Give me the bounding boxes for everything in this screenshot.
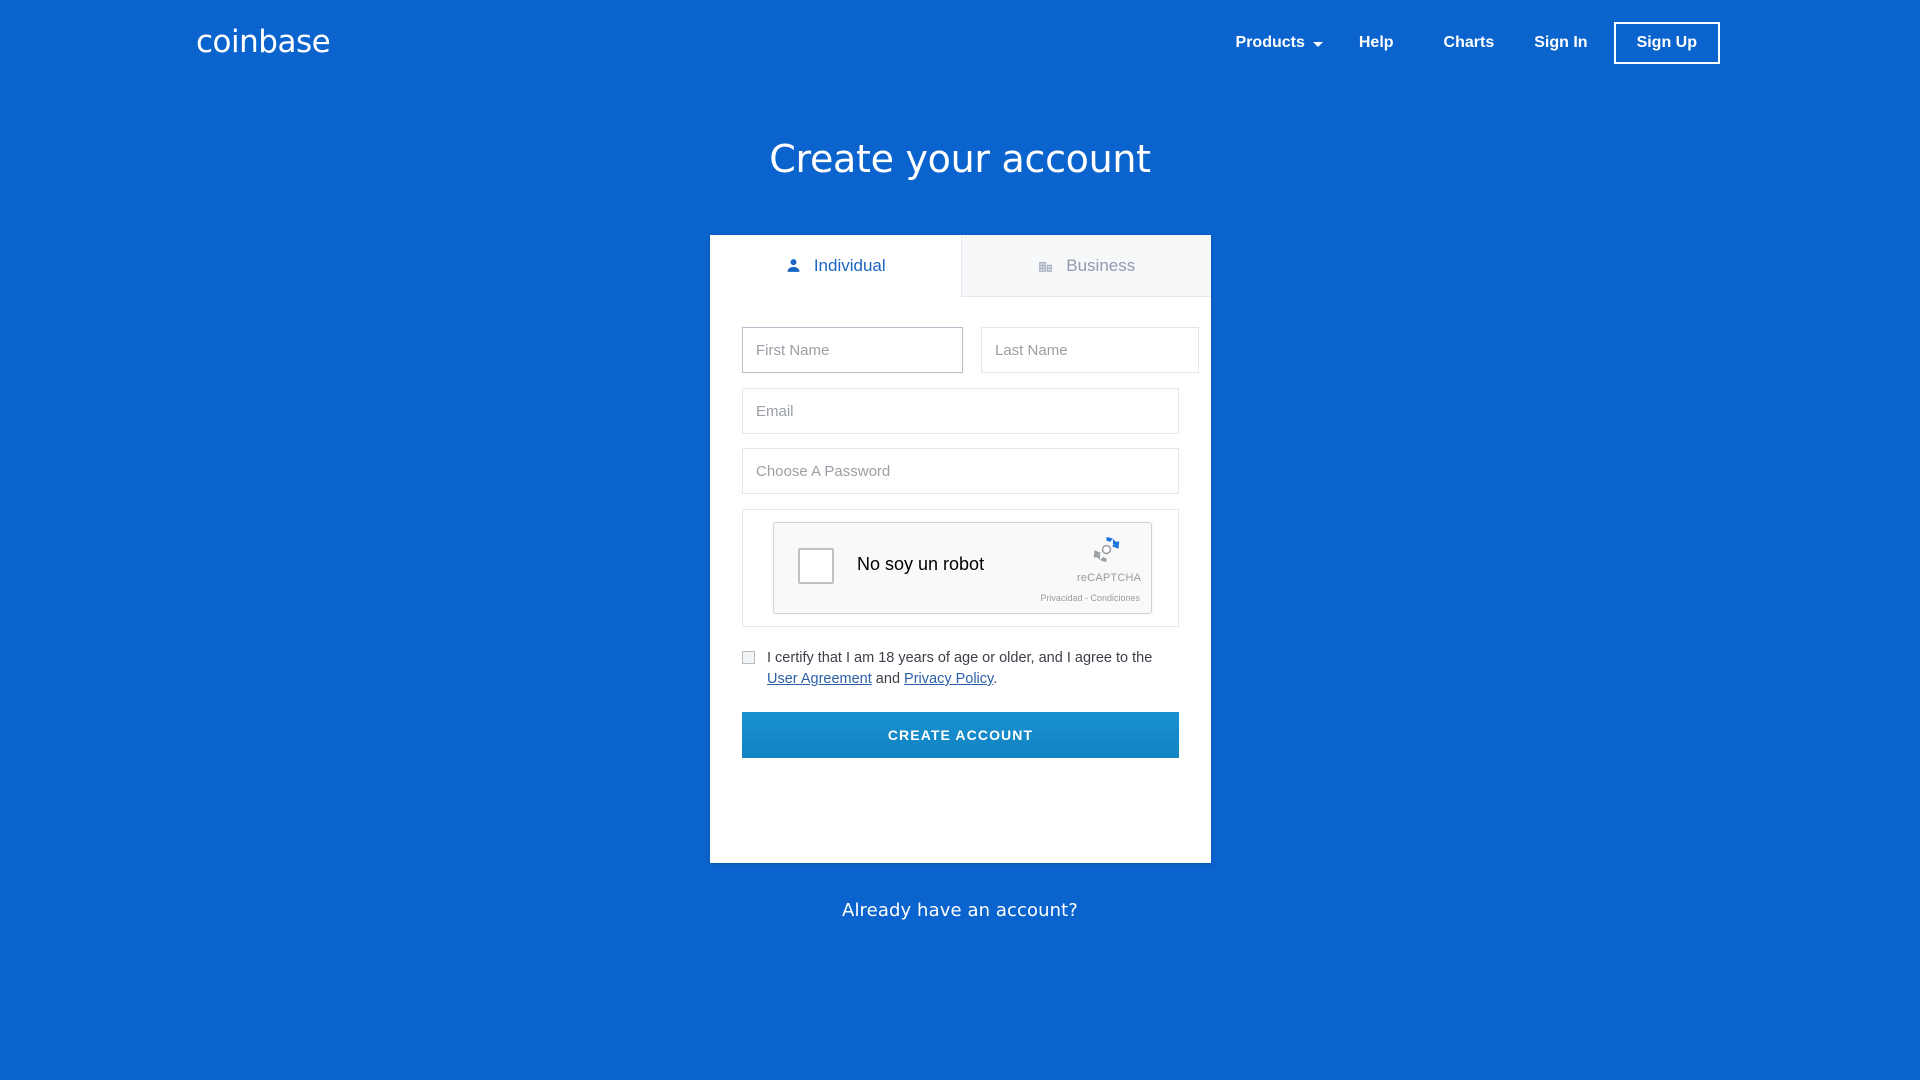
sign-up-button[interactable]: Sign Up bbox=[1613, 22, 1720, 64]
nav-links-group: Products Help Charts Sign In Sign Up bbox=[1236, 20, 1720, 66]
create-account-button[interactable]: CREATE ACCOUNT bbox=[742, 712, 1179, 759]
name-row bbox=[742, 327, 1199, 373]
captcha-container: No soy un robot reCAPTCHA Privacidad - C… bbox=[742, 509, 1179, 627]
recaptcha-label: No soy un robot bbox=[857, 554, 985, 574]
nav-item-help[interactable]: Help bbox=[1359, 34, 1394, 52]
already-have-account-link[interactable]: Already have an account? bbox=[0, 900, 1920, 921]
signup-form: No soy un robot reCAPTCHA Privacidad - C… bbox=[710, 297, 1211, 627]
nav-item-products[interactable]: Products bbox=[1236, 34, 1323, 52]
user-agreement-link[interactable]: User Agreement bbox=[767, 671, 872, 687]
certify-conjunction: and bbox=[871, 671, 905, 688]
submit-area: CREATE ACCOUNT bbox=[710, 690, 1211, 759]
recaptcha-checkbox[interactable] bbox=[798, 548, 834, 584]
person-icon bbox=[785, 257, 802, 274]
certify-row: I certify that I am 18 years of age or o… bbox=[710, 627, 1211, 690]
tab-individual[interactable]: Individual bbox=[710, 235, 961, 297]
last-name-input[interactable] bbox=[981, 327, 1199, 373]
certify-text-before: I certify that I am 18 years of age or o… bbox=[767, 650, 1153, 666]
signup-card: Individual Business No soy un bbox=[710, 235, 1211, 863]
top-navigation-bar: coinbase Products Help Charts Sign In Si… bbox=[0, 0, 1920, 86]
tab-individual-label: Individual bbox=[813, 255, 886, 275]
page-title: Create your account bbox=[769, 137, 1151, 181]
tab-business[interactable]: Business bbox=[960, 235, 1211, 296]
recaptcha-widget[interactable]: No soy un robot reCAPTCHA Privacidad - C… bbox=[773, 522, 1152, 614]
password-input[interactable] bbox=[742, 448, 1179, 494]
account-type-tabs: Individual Business bbox=[710, 235, 1211, 297]
tab-business-label: Business bbox=[1066, 255, 1136, 275]
nav-products-label: Products bbox=[1235, 34, 1305, 51]
coinbase-logo[interactable]: coinbase bbox=[196, 24, 331, 60]
certify-checkbox[interactable] bbox=[742, 651, 755, 664]
chevron-down-icon bbox=[1312, 41, 1323, 47]
nav-item-charts[interactable]: Charts bbox=[1444, 34, 1495, 52]
recaptcha-brand-label: reCAPTCHA bbox=[1077, 572, 1142, 584]
first-name-input[interactable] bbox=[742, 327, 963, 373]
email-input[interactable] bbox=[742, 388, 1179, 434]
nav-item-sign-in[interactable]: Sign In bbox=[1534, 34, 1587, 52]
certify-text: I certify that I am 18 years of age or o… bbox=[767, 648, 1167, 690]
recaptcha-icon bbox=[1093, 537, 1119, 562]
privacy-policy-link[interactable]: Privacy Policy bbox=[904, 671, 993, 687]
recaptcha-logo-group: reCAPTCHA bbox=[1077, 533, 1142, 584]
certify-text-after: . bbox=[993, 671, 998, 688]
building-icon bbox=[1037, 257, 1054, 274]
recaptcha-terms-label[interactable]: Privacidad - Condiciones bbox=[1040, 593, 1140, 603]
